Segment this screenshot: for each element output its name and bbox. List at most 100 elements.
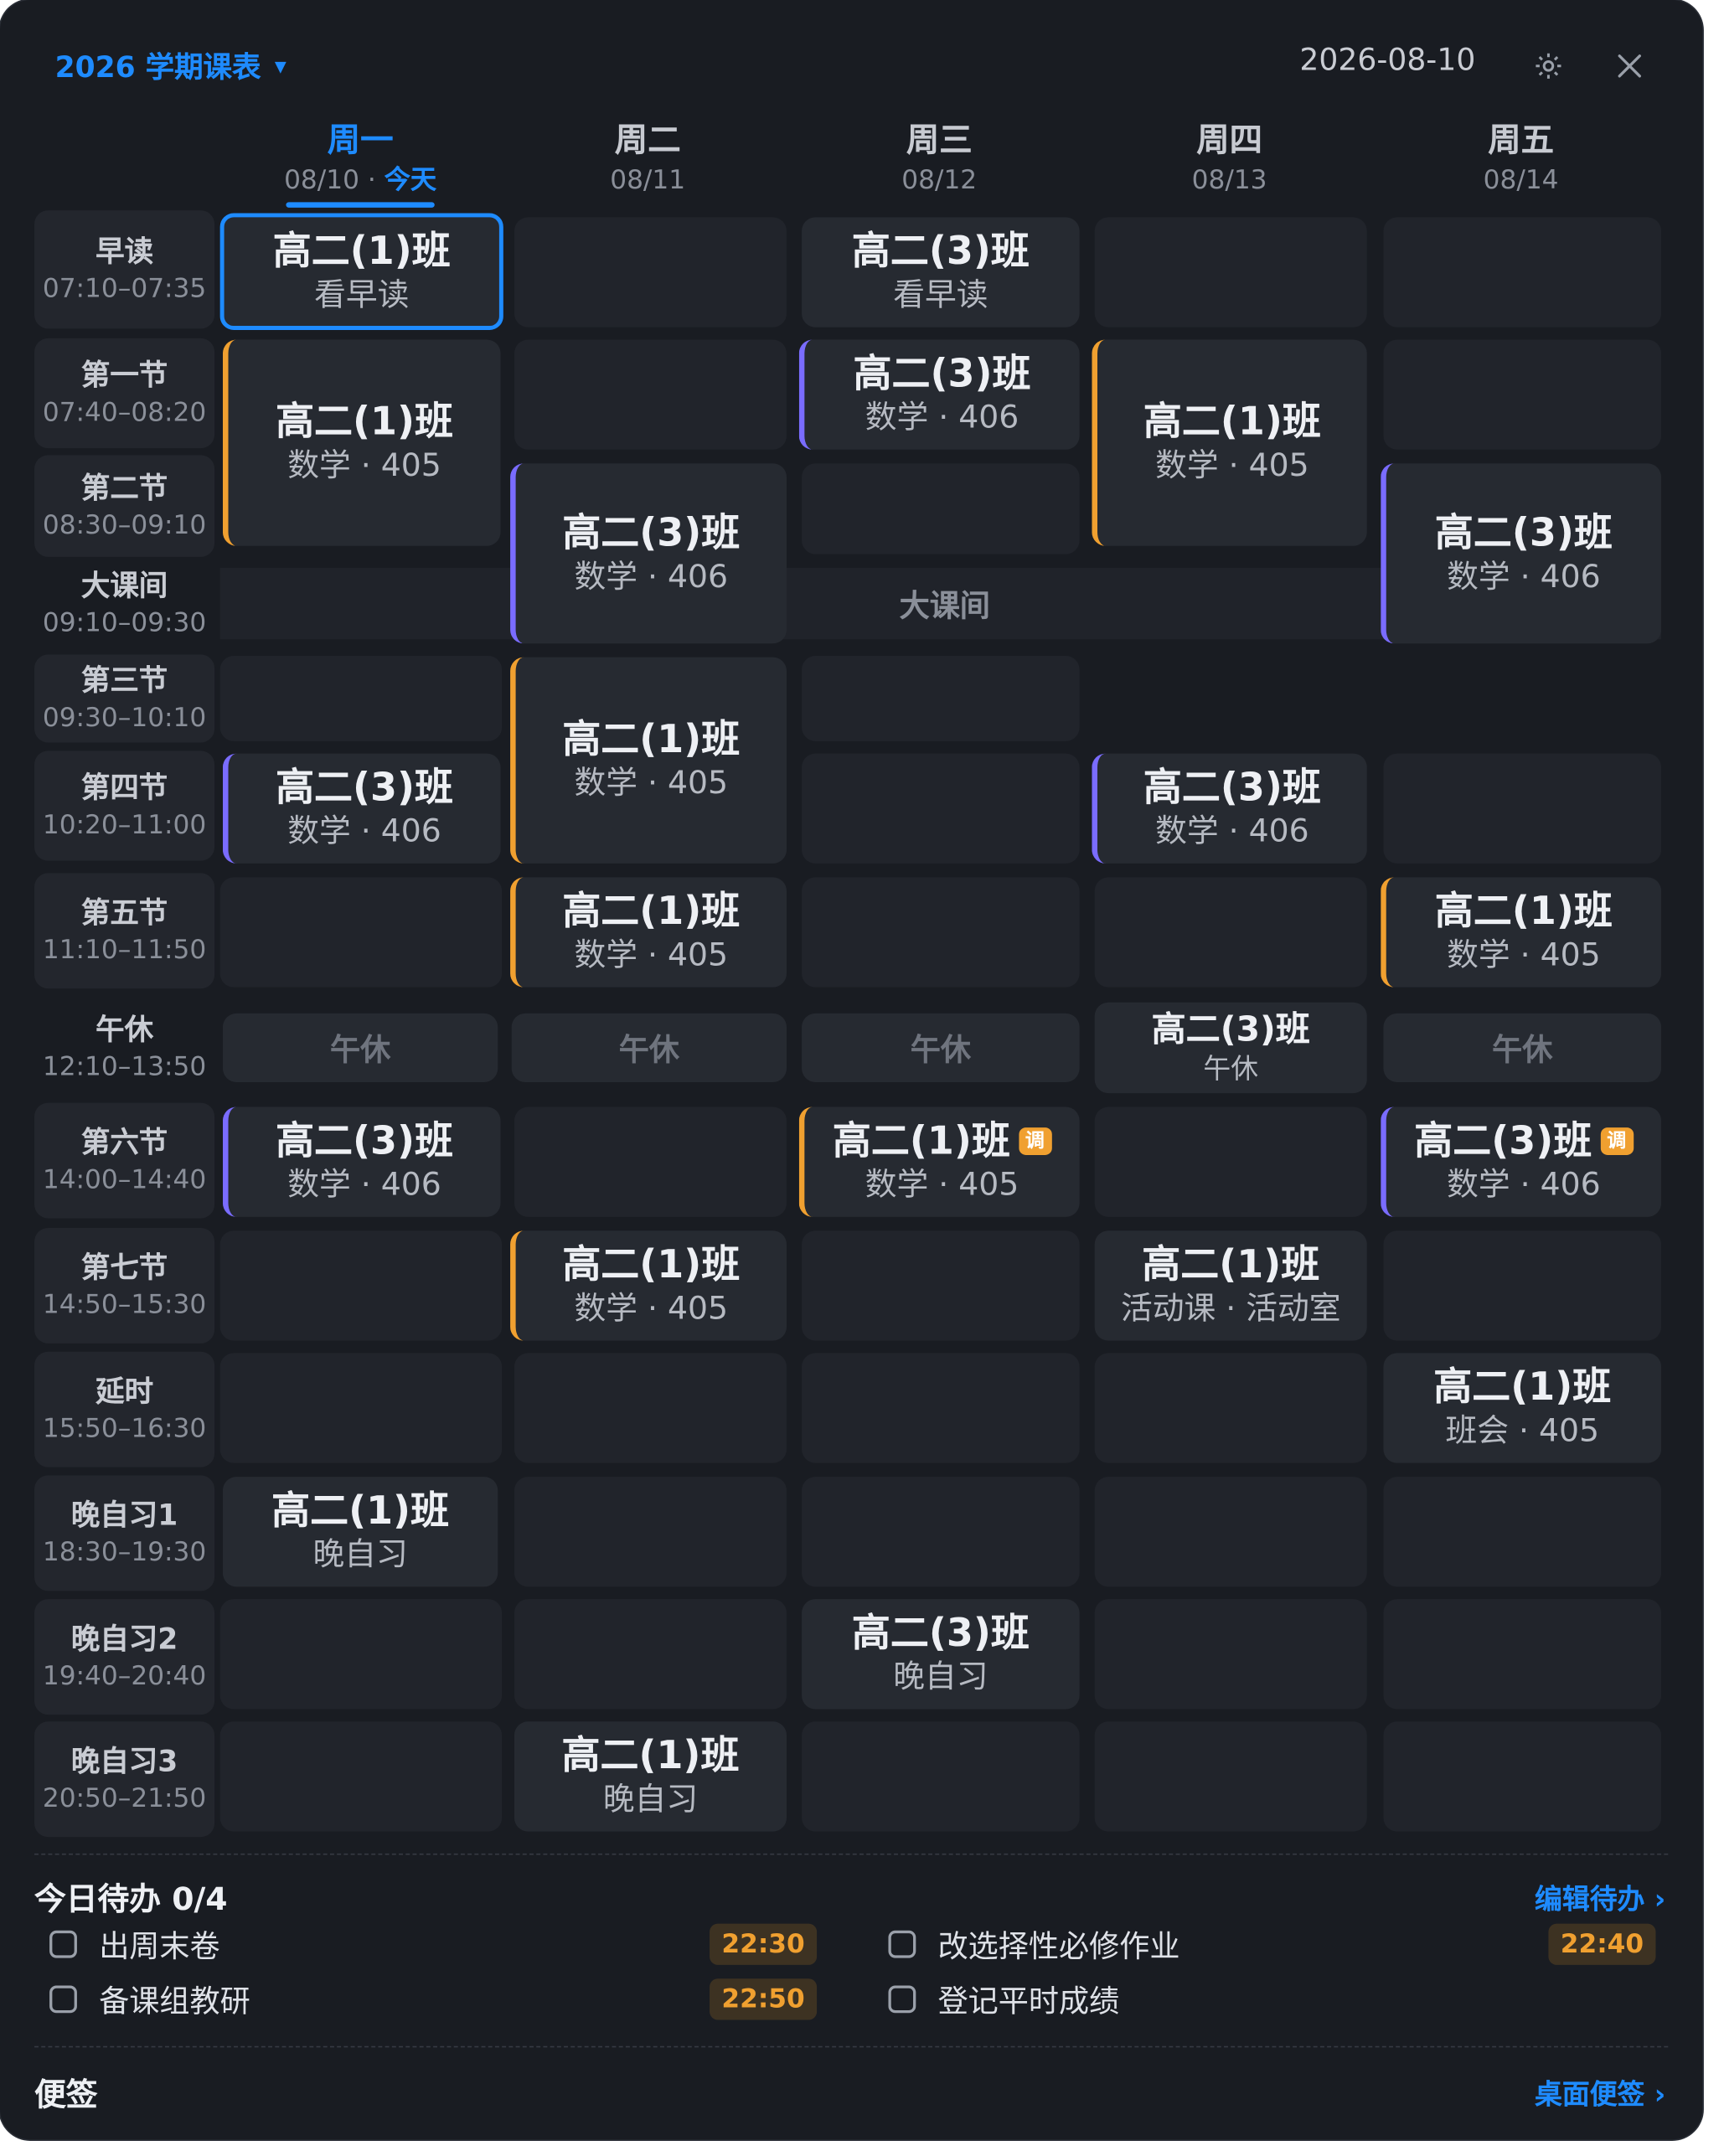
empty-cell[interactable] [802, 1477, 1080, 1587]
period-label: 第一节 07:40–08:20 [34, 338, 215, 449]
empty-cell[interactable] [1094, 1477, 1367, 1587]
lesson-detail: 看早读 [893, 277, 988, 314]
todo-checkbox[interactable] [49, 1930, 77, 1958]
empty-cell[interactable] [1383, 753, 1662, 864]
empty-cell[interactable] [219, 1353, 503, 1463]
desktop-notes-link[interactable]: 桌面便签 › [1535, 2072, 1665, 2112]
lesson-card[interactable]: 高二(3)班 数学 · 406 [222, 1106, 501, 1217]
lunch-cell[interactable]: 午休 [511, 1013, 787, 1082]
todo-checkbox[interactable] [888, 1930, 916, 1958]
adjusted-badge: 调 [1018, 1127, 1052, 1155]
lunch-cell[interactable]: 午休 [802, 1013, 1080, 1082]
empty-cell[interactable] [1094, 1106, 1367, 1217]
lesson-card[interactable]: 高二(3)班 午休 [1094, 1002, 1367, 1094]
empty-cell[interactable] [1094, 217, 1367, 328]
day-date: 08/13 [1191, 164, 1267, 196]
lesson-detail: 数学 · 406 [287, 1167, 441, 1204]
empty-cell[interactable] [1383, 339, 1662, 450]
empty-cell[interactable] [802, 463, 1080, 554]
lesson-card[interactable]: 高二(3)班 数学 · 406 [222, 753, 501, 864]
empty-cell[interactable] [1094, 1353, 1367, 1463]
period-label: 大课间 09:10–09:30 [42, 569, 207, 638]
close-button[interactable] [1605, 41, 1654, 90]
lesson-class: 高二(3)班 [276, 1117, 453, 1163]
day-header-fri[interactable]: 周五 08/14 [1383, 118, 1658, 198]
divider [34, 1853, 1669, 1855]
lesson-card[interactable]: 高二(1)班 活动课 · 活动室 [1094, 1230, 1367, 1341]
empty-cell[interactable] [219, 1721, 503, 1832]
empty-cell[interactable] [802, 753, 1080, 864]
edit-todo-link[interactable]: 编辑待办 › [1535, 1877, 1665, 1917]
empty-cell[interactable] [219, 656, 503, 741]
todo-item[interactable]: 改选择性必修作业 [888, 1921, 1180, 1968]
lesson-card[interactable]: 高二(1)班 数学 · 405 [1381, 877, 1662, 988]
empty-cell[interactable] [219, 1599, 503, 1710]
lesson-card[interactable]: 高二(3)班 数学 · 406 [1092, 753, 1367, 864]
lesson-card[interactable]: 高二(3)班 数学 · 406 [510, 463, 787, 644]
empty-cell[interactable] [514, 217, 787, 328]
empty-cell[interactable] [514, 1353, 787, 1463]
lesson-detail: 数学 · 405 [1447, 937, 1601, 974]
lesson-card[interactable]: 高二(1)班 班会 · 405 [1383, 1353, 1662, 1463]
semester-title: 2026 学期课表 [54, 50, 261, 85]
period-label: 第五节 11:10–11:50 [34, 873, 215, 989]
empty-cell[interactable] [219, 1230, 503, 1341]
lesson-card[interactable]: 高二(1)班 晚自习 [222, 1477, 498, 1587]
lunch-cell[interactable]: 午休 [222, 1013, 498, 1082]
empty-cell[interactable] [1094, 1721, 1367, 1832]
lesson-card[interactable]: 高二(3)班 数学 · 406 [1381, 463, 1662, 644]
lesson-card[interactable]: 高二(1)班 数学 · 405 [222, 339, 501, 546]
lesson-class: 高二(1)班 [1434, 888, 1613, 934]
day-header-tue[interactable]: 周二 08/11 [510, 118, 785, 198]
day-header-thu[interactable]: 周四 08/13 [1092, 118, 1366, 198]
todo-item[interactable]: 备课组教研 [49, 1976, 250, 2023]
empty-cell[interactable] [219, 877, 503, 988]
day-name: 周二 [614, 121, 681, 160]
todo-item[interactable]: 登记平时成绩 [888, 1976, 1119, 2023]
empty-cell[interactable] [1383, 1599, 1662, 1710]
lesson-card[interactable]: 高二(3)班 晚自习 [802, 1599, 1080, 1710]
day-header-wed[interactable]: 周三 08/12 [802, 118, 1076, 198]
todo-time: 22:30 [710, 1923, 818, 1965]
current-date: 2026-08-10 [1299, 44, 1476, 79]
day-header-mon[interactable]: 周一 08/10 · 今天 [223, 118, 498, 198]
empty-cell[interactable] [514, 1477, 787, 1587]
empty-cell[interactable] [1383, 217, 1662, 328]
lesson-card[interactable]: 高二(1)班 数学 · 405 [510, 657, 787, 864]
timetable-window: 2026 学期课表 ▼ 2026-08-10 周一 08/10 · 今天 周二 … [0, 0, 1703, 2140]
lesson-card[interactable]: 高二(1)班 看早读 [219, 213, 503, 330]
lesson-card[interactable]: 高二(1)班 晚自习 [514, 1721, 787, 1832]
lesson-card[interactable]: 高二(1)班调 数学 · 405 [798, 1106, 1080, 1217]
empty-cell[interactable] [1383, 1721, 1662, 1832]
lesson-card[interactable]: 高二(1)班 数学 · 405 [510, 1230, 787, 1341]
empty-cell[interactable] [514, 1599, 787, 1710]
todo-time: 22:40 [1548, 1923, 1656, 1965]
empty-cell[interactable] [1094, 1599, 1367, 1710]
todo-checkbox[interactable] [888, 1985, 916, 2014]
empty-cell[interactable] [1094, 877, 1367, 988]
empty-cell[interactable] [1383, 1477, 1662, 1587]
empty-cell[interactable] [1383, 1230, 1662, 1341]
notes-title: 便签 [34, 2077, 98, 2114]
empty-cell[interactable] [802, 656, 1080, 741]
day-date: 08/12 [901, 164, 978, 196]
empty-cell[interactable] [514, 1106, 787, 1217]
lesson-class: 高二(1)班 [272, 227, 451, 273]
empty-cell[interactable] [802, 1353, 1080, 1463]
lesson-card[interactable]: 高二(3)班 看早读 [802, 217, 1080, 328]
settings-button[interactable] [1524, 41, 1573, 90]
semester-selector[interactable]: 2026 学期课表 ▼ [55, 41, 286, 90]
todo-item[interactable]: 出周末卷 [49, 1921, 220, 1968]
empty-cell[interactable] [514, 339, 787, 450]
day-name: 周三 [906, 121, 973, 160]
empty-cell[interactable] [802, 1721, 1080, 1832]
lunch-cell[interactable]: 午休 [1383, 1013, 1662, 1082]
todo-checkbox[interactable] [49, 1985, 77, 2014]
lesson-card[interactable]: 高二(1)班 数学 · 405 [1092, 339, 1367, 546]
gear-icon [1536, 53, 1561, 79]
lesson-card[interactable]: 高二(3)班调 数学 · 406 [1381, 1106, 1662, 1217]
empty-cell[interactable] [802, 1230, 1080, 1341]
lesson-card[interactable]: 高二(1)班 数学 · 405 [510, 877, 787, 988]
lesson-card[interactable]: 高二(3)班 数学 · 406 [798, 339, 1080, 450]
empty-cell[interactable] [802, 877, 1080, 988]
